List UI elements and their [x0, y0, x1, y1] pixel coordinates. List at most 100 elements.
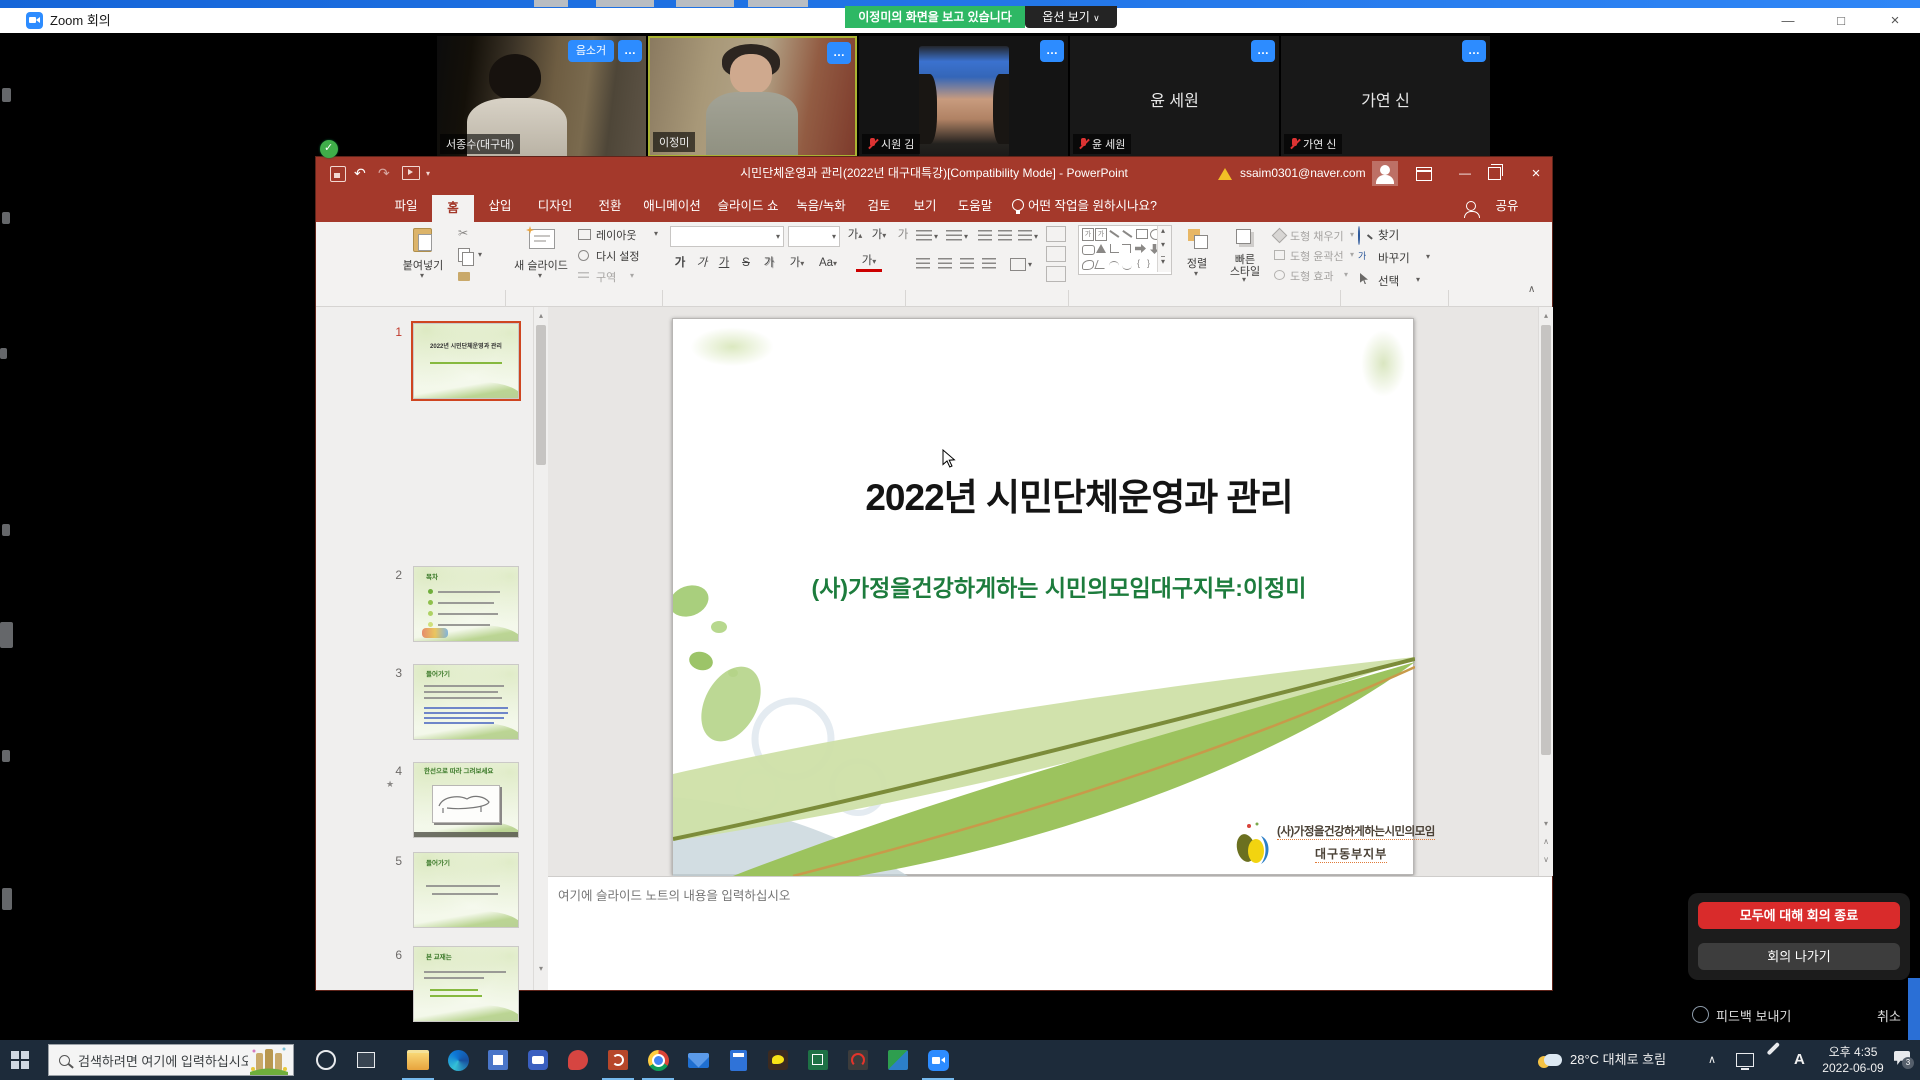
tab-review[interactable]: 검토	[856, 190, 902, 222]
scroll-down-arrow[interactable]: ▾	[534, 962, 548, 976]
clock[interactable]: 오후 4:35 2022-06-09	[1816, 1044, 1890, 1076]
justify-button[interactable]	[982, 258, 996, 270]
start-slideshow-icon[interactable]	[402, 166, 420, 180]
copy-caret[interactable]: ▾	[478, 250, 482, 259]
increase-indent-button[interactable]	[998, 230, 1012, 242]
tab-home[interactable]: 홈	[432, 195, 474, 222]
format-painter-icon[interactable]	[458, 272, 470, 281]
tab-help[interactable]: 도움말	[948, 190, 1002, 222]
find-button[interactable]: 찾기	[1358, 225, 1360, 243]
tell-me-box[interactable]: 어떤 작업을 원하시나요?	[1028, 190, 1178, 222]
feedback-checkbox[interactable]	[1692, 1006, 1709, 1023]
columns-button[interactable]	[1010, 258, 1026, 271]
thumbnail-scrollbar[interactable]: ▴ ▾	[533, 307, 548, 990]
strikethrough-button[interactable]: S	[736, 254, 756, 272]
notes-pane[interactable]: 여기에 슬라이드 노트의 내용을 입력하십시오	[548, 876, 1552, 990]
view-options-button[interactable]: 옵션 보기 ∨	[1025, 6, 1117, 28]
taskbar-mail[interactable]	[678, 1040, 718, 1080]
taskbar-file-explorer[interactable]	[398, 1040, 438, 1080]
start-button[interactable]	[0, 1040, 40, 1080]
taskbar-kakaotalk[interactable]	[758, 1040, 798, 1080]
font-name-combobox[interactable]: ▾	[670, 226, 784, 247]
slide-subtitle[interactable]: (사)가정을건강하게하는 시민의모임대구지부:이정미	[703, 569, 1415, 603]
scroll-up-arrow[interactable]: ▴	[534, 309, 548, 323]
scrollbar-thumb[interactable]	[1541, 325, 1551, 755]
clear-formatting-button[interactable]: 가	[892, 226, 914, 244]
tab-slideshow[interactable]: 슬라이드 쇼	[710, 190, 786, 222]
align-center-button[interactable]	[938, 258, 952, 270]
tile-more-button[interactable]: …	[1040, 40, 1064, 62]
scroll-up-arrow[interactable]: ▴	[1539, 309, 1553, 323]
italic-button[interactable]: 가	[692, 254, 712, 272]
taskbar-hancom-office[interactable]	[878, 1040, 918, 1080]
taskbar-acrobat[interactable]	[838, 1040, 878, 1080]
save-icon[interactable]	[330, 166, 346, 182]
tab-transitions[interactable]: 전환	[586, 190, 634, 222]
account-avatar-icon[interactable]	[1372, 161, 1398, 186]
cancel-button[interactable]: 취소	[1877, 1006, 1901, 1025]
tile-more-button[interactable]: …	[618, 40, 642, 62]
taskbar-search-box[interactable]: 검색하려면 여기에 입력하십시오	[48, 1044, 294, 1076]
taskbar-security-app[interactable]	[558, 1040, 598, 1080]
weather-icon[interactable]	[1538, 1052, 1564, 1068]
numbering-caret[interactable]: ▾	[964, 232, 968, 241]
video-tile-participant-4[interactable]: 윤 세원 … 윤 세원	[1070, 36, 1279, 157]
slide-title[interactable]: 2022년 시민단체운영과 관리	[743, 467, 1415, 521]
slide-thumbnail-6[interactable]: 본 교재는	[413, 946, 519, 1022]
taskbar-zoom[interactable]	[918, 1040, 958, 1080]
shrink-font-button[interactable]: 가▾	[868, 226, 890, 245]
columns-caret[interactable]: ▾	[1028, 260, 1032, 269]
align-right-button[interactable]	[960, 258, 974, 270]
weather-text[interactable]: 28°C 대체로 흐림	[1570, 1040, 1666, 1080]
slide-thumbnail-5[interactable]: 들어가기	[413, 852, 519, 928]
slide-thumbnail-4[interactable]: 한선으로 따라 그려보세요	[413, 762, 519, 838]
taskbar-photos-app[interactable]	[478, 1040, 518, 1080]
text-direction-button[interactable]	[1046, 226, 1066, 242]
line-spacing-caret[interactable]: ▾	[1034, 232, 1038, 241]
decrease-indent-button[interactable]	[978, 230, 992, 242]
leave-meeting-button[interactable]: 회의 나가기	[1698, 943, 1900, 970]
gallery-scroll-strip[interactable]: ▴ ▾ ▾	[1157, 226, 1171, 272]
shapes-gallery[interactable]: 가 가 { } ▴ ▾	[1078, 225, 1172, 275]
ppt-minimize-button[interactable]: —	[1448, 157, 1482, 190]
task-view-button[interactable]	[346, 1040, 386, 1080]
video-tile-participant-1[interactable]: 음소거 … 서종수(대구대)	[437, 36, 646, 157]
taskbar-powerpoint[interactable]	[598, 1040, 638, 1080]
new-slide-button[interactable]: 새 슬라이드 ▾	[512, 225, 570, 287]
slide-thumbnail-3[interactable]: 들어가기	[413, 664, 519, 740]
paste-button[interactable]: 붙여넣기 ▾	[398, 225, 448, 287]
notification-center-button[interactable]: 3	[1894, 1051, 1912, 1067]
ribbon-display-options-icon[interactable]	[1416, 167, 1432, 181]
ppt-close-button[interactable]: ×	[1520, 157, 1552, 190]
numbering-button[interactable]	[946, 230, 962, 242]
tile-more-button[interactable]: …	[1462, 40, 1486, 62]
tray-chevron-up-icon[interactable]: ∧	[1708, 1040, 1716, 1080]
redo-icon[interactable]: ↷	[378, 165, 390, 182]
tab-animations[interactable]: 애니메이션	[636, 190, 708, 222]
bullets-button[interactable]	[916, 230, 932, 242]
ppt-restore-button[interactable]	[1488, 167, 1501, 180]
taskbar-messaging-app[interactable]	[518, 1040, 558, 1080]
account-email[interactable]: ssaim0301@naver.com	[1240, 157, 1366, 190]
tile-more-button[interactable]: …	[1251, 40, 1275, 62]
line-spacing-button[interactable]	[1018, 230, 1032, 242]
scrollbar-thumb[interactable]	[536, 325, 546, 465]
ask-to-unmute-button[interactable]: 음소거	[568, 40, 614, 62]
smartart-convert-button[interactable]	[1046, 266, 1066, 282]
character-spacing-button[interactable]: 가▾	[784, 254, 810, 273]
taskbar-chrome[interactable]	[638, 1040, 678, 1080]
cut-icon[interactable]: ✂	[458, 226, 468, 240]
tab-file[interactable]: 파일	[382, 190, 430, 222]
text-shadow-button[interactable]: 가	[758, 254, 780, 272]
zoom-minimize-button[interactable]: —	[1765, 8, 1811, 33]
tab-record[interactable]: 녹음/녹화	[788, 190, 854, 222]
taskbar-excel[interactable]	[798, 1040, 838, 1080]
video-tile-participant-2[interactable]: … 이정미	[648, 36, 857, 157]
ime-indicator[interactable]: A	[1794, 1040, 1805, 1080]
align-left-button[interactable]	[916, 258, 930, 270]
network-icon[interactable]	[1736, 1053, 1754, 1067]
change-case-button[interactable]: Aa▾	[814, 254, 842, 273]
font-size-combobox[interactable]: ▾	[788, 226, 840, 247]
font-color-button[interactable]: 가▾	[856, 254, 882, 272]
end-meeting-for-all-button[interactable]: 모두에 대해 회의 종료	[1698, 902, 1900, 929]
